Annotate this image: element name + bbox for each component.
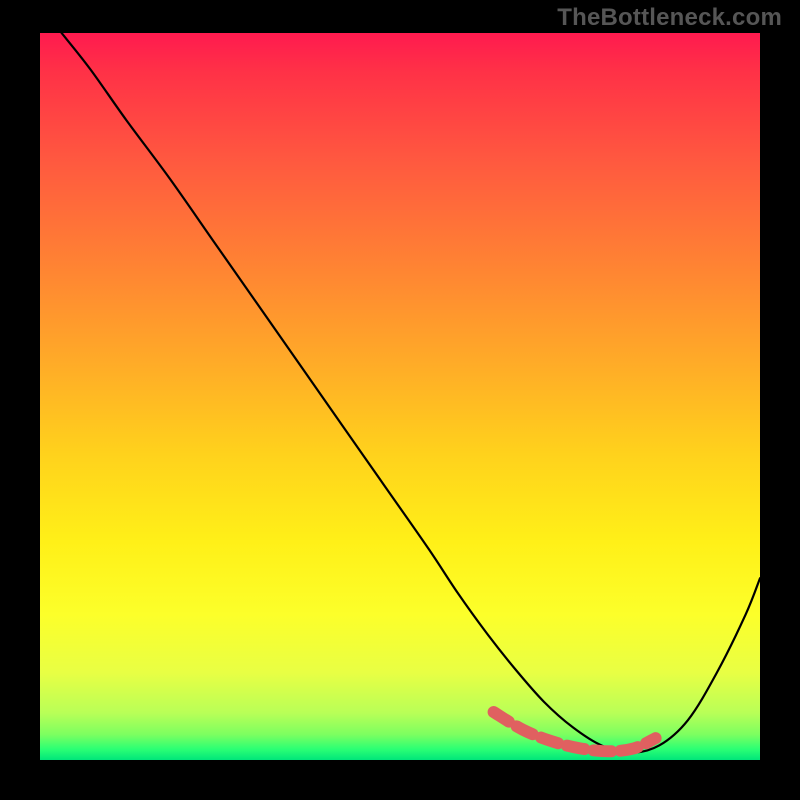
curve-layer [40,33,760,760]
watermark: TheBottleneck.com [557,4,782,32]
optimal-zone-marker [494,712,656,751]
plot-area [40,33,760,760]
chart-frame: TheBottleneck.com [0,0,800,800]
bottleneck-curve [62,33,760,753]
